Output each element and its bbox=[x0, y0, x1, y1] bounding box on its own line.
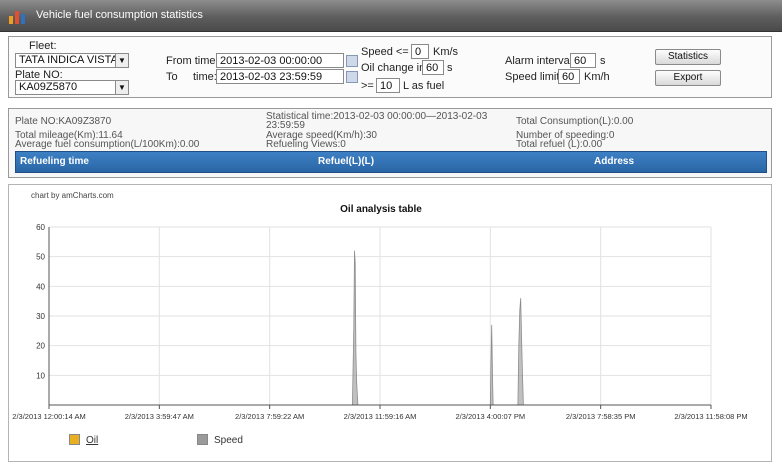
fleet-label: Fleet: bbox=[29, 40, 57, 52]
column-refuel[interactable]: Refuel(L)(L) bbox=[318, 156, 374, 167]
chart-credit: chart by amCharts.com bbox=[31, 191, 114, 200]
column-refueling-time[interactable]: Refueling time bbox=[20, 156, 89, 167]
x-tick-label: 2/3/2013 4:00:07 PM bbox=[456, 412, 526, 421]
fleet-select[interactable]: TATA INDICA VISTA ▼ bbox=[15, 53, 129, 68]
x-tick-label: 2/3/2013 11:58:08 PM bbox=[674, 412, 747, 421]
fuel-threshold-input[interactable] bbox=[376, 78, 400, 93]
y-tick-label: 30 bbox=[36, 312, 45, 321]
speed-input[interactable] bbox=[411, 44, 429, 59]
x-tick-label: 2/3/2013 7:58:35 PM bbox=[566, 412, 636, 421]
speed-label: Speed <= bbox=[361, 46, 409, 58]
chevron-down-icon[interactable]: ▼ bbox=[115, 81, 128, 94]
oil-change-unit: s bbox=[447, 62, 453, 74]
refueling-views-stat: Refueling Views:0 bbox=[266, 139, 346, 150]
legend-item-speed[interactable]: Speed bbox=[197, 434, 243, 446]
plate-select[interactable]: KA09Z5870 ▼ bbox=[15, 80, 129, 95]
legend-item-oil[interactable]: Oil bbox=[69, 434, 98, 446]
chart-panel: chart by amCharts.com Oil analysis table… bbox=[8, 184, 772, 462]
window-titlebar: Vehicle fuel consumption statistics bbox=[0, 0, 782, 32]
speed-series-area bbox=[351, 250, 359, 406]
y-tick-label: 10 bbox=[36, 371, 45, 380]
x-tick-label: 2/3/2013 7:59:22 AM bbox=[235, 412, 304, 421]
x-tick-label: 2/3/2013 3:59:47 AM bbox=[125, 412, 194, 421]
window-title: Vehicle fuel consumption statistics bbox=[36, 9, 203, 21]
alarm-interval-label: Alarm interval bbox=[505, 55, 573, 67]
from-time-input[interactable] bbox=[216, 53, 344, 68]
oil-analysis-chart: chart by amCharts.com Oil analysis table… bbox=[12, 191, 747, 421]
statistics-button[interactable]: Statistics bbox=[655, 49, 721, 65]
speed-limit-unit: Km/h bbox=[584, 71, 610, 83]
total-consumption-stat: Total Consumption(L):0.00 bbox=[516, 116, 634, 127]
fuel-prefix: >= bbox=[361, 80, 374, 92]
y-tick-label: 50 bbox=[36, 253, 45, 262]
legend-speed-label[interactable]: Speed bbox=[214, 435, 243, 446]
export-button[interactable]: Export bbox=[655, 70, 721, 86]
oil-change-label: Oil change in bbox=[361, 62, 426, 74]
speed-series-area bbox=[517, 298, 524, 406]
alarm-interval-unit: s bbox=[600, 55, 606, 67]
legend-oil-label[interactable]: Oil bbox=[86, 435, 98, 446]
y-tick-label: 60 bbox=[36, 223, 45, 232]
summary-panel: Plate NO:KA09Z3870 Total mileage(Km):11.… bbox=[8, 108, 772, 178]
speed-unit: Km/s bbox=[433, 46, 459, 58]
speed-limit-label: Speed limit bbox=[505, 71, 560, 83]
calendar-icon[interactable] bbox=[346, 71, 358, 83]
speed-limit-input[interactable] bbox=[558, 69, 580, 84]
calendar-icon[interactable] bbox=[346, 55, 358, 67]
alarm-interval-input[interactable] bbox=[570, 53, 596, 68]
x-tick-label: 2/3/2013 12:00:14 AM bbox=[12, 412, 85, 421]
chart-title: Oil analysis table bbox=[340, 204, 422, 215]
total-refuel-stat: Total refuel (L):0.00 bbox=[516, 139, 603, 150]
legend-speed-checkbox[interactable] bbox=[197, 434, 208, 445]
x-tick-label: 2/3/2013 11:59:16 AM bbox=[344, 412, 417, 421]
to-label: To bbox=[166, 71, 178, 83]
column-address[interactable]: Address bbox=[594, 156, 634, 167]
to-time-input[interactable] bbox=[216, 69, 344, 84]
fuel-suffix: L as fuel bbox=[403, 80, 445, 92]
chevron-down-icon[interactable]: ▼ bbox=[115, 54, 128, 67]
legend-oil-checkbox[interactable] bbox=[69, 434, 80, 445]
average-fuel-stat: Average fuel consumption(L/100Km):0.00 bbox=[15, 139, 200, 150]
refuel-table-header: Refueling time Refuel(L)(L) Address bbox=[15, 151, 767, 173]
oil-change-input[interactable] bbox=[422, 60, 444, 75]
y-tick-label: 20 bbox=[36, 342, 45, 351]
query-panel: Fleet: TATA INDICA VISTA ▼ Plate NO: KA0… bbox=[8, 36, 772, 98]
plate-number-stat: Plate NO:KA09Z3870 bbox=[15, 116, 112, 127]
to-time-label: time: bbox=[193, 71, 217, 83]
bar-chart-icon bbox=[9, 11, 25, 24]
y-tick-label: 40 bbox=[36, 282, 45, 291]
from-time-label: From time: bbox=[166, 55, 219, 67]
